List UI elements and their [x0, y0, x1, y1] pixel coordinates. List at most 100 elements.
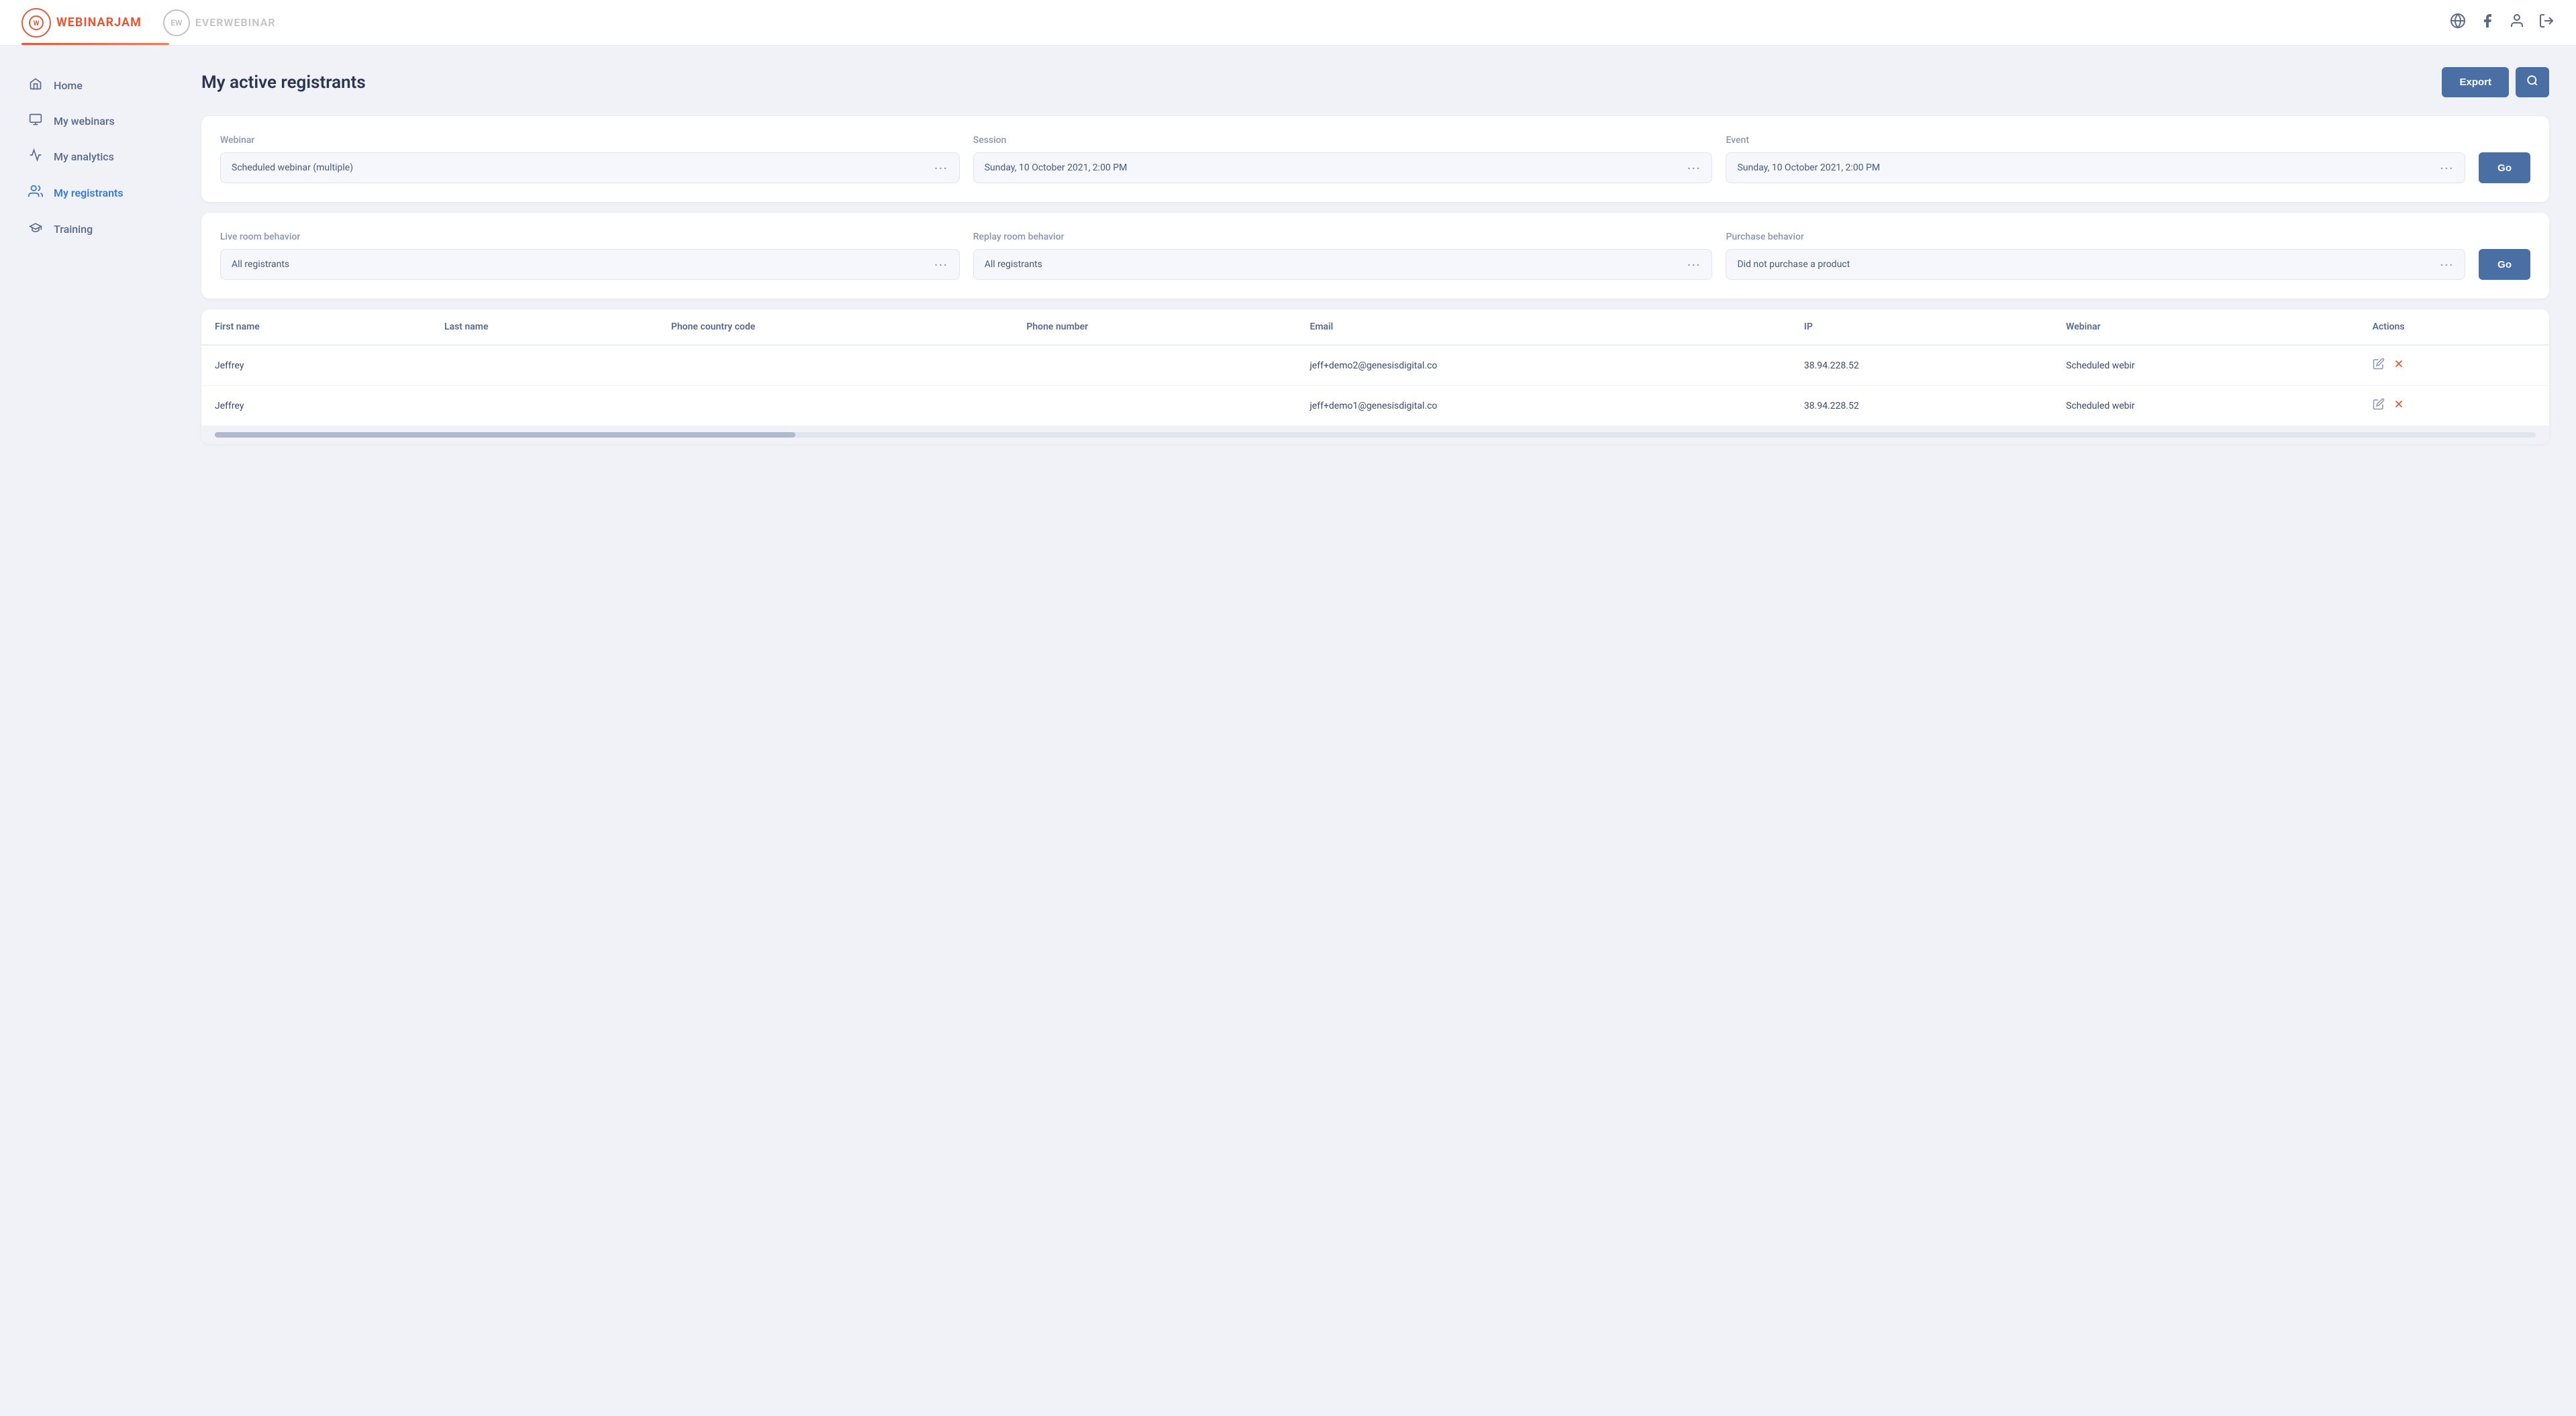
- col-first-name: First name: [201, 309, 431, 345]
- cell-email: jeff+demo2@genesisdigital.co: [1296, 345, 1790, 386]
- purchase-label: Purchase behavior: [1726, 232, 2465, 242]
- sidebar-item-training[interactable]: Training: [8, 212, 166, 246]
- col-ip: IP: [1791, 309, 2052, 345]
- cell-phone-country-code: [658, 345, 1013, 386]
- sidebar-item-my-registrants-label: My registrants: [54, 187, 123, 199]
- webinar-more-icon[interactable]: ···: [934, 162, 948, 174]
- edit-icon[interactable]: [2373, 399, 2387, 413]
- col-actions: Actions: [2359, 309, 2549, 345]
- filter-group-purchase: Purchase behavior Did not purchase a pro…: [1726, 232, 2465, 280]
- replay-more-icon[interactable]: ···: [1687, 258, 1701, 271]
- cell-webinar: Scheduled webir: [2052, 386, 2359, 426]
- event-select[interactable]: Sunday, 10 October 2021, 2:00 PM ···: [1726, 152, 2465, 183]
- facebook-icon[interactable]: [2479, 13, 2495, 32]
- table-row: Jeffrey jeff+demo2@genesisdigital.co 38.…: [201, 345, 2549, 386]
- go-button-1[interactable]: Go: [2479, 152, 2530, 183]
- live-select[interactable]: All registrants ···: [220, 249, 960, 280]
- main-content: My active registrants Export Webinar S: [175, 46, 2576, 1416]
- sidebar-item-home-label: Home: [54, 79, 83, 92]
- session-label: Session: [973, 135, 1713, 146]
- topnav-logos: W WEBINARJAM EW EVERWEBINAR: [21, 8, 276, 38]
- header-actions: Export: [2442, 67, 2549, 97]
- registrants-table-card: First name Last name Phone country code …: [201, 309, 2549, 444]
- cell-ip: 38.94.228.52: [1791, 386, 2052, 426]
- delete-icon[interactable]: [2393, 359, 2405, 373]
- table-row: Jeffrey jeff+demo1@genesisdigital.co 38.…: [201, 386, 2549, 426]
- cell-phone-country-code: [658, 386, 1013, 426]
- cell-first-name: Jeffrey: [201, 345, 431, 386]
- purchase-select[interactable]: Did not purchase a product ···: [1726, 249, 2465, 280]
- sidebar-item-my-webinars-label: My webinars: [54, 115, 115, 128]
- sidebar-item-home[interactable]: Home: [8, 68, 166, 103]
- sidebar-item-my-webinars[interactable]: My webinars: [8, 104, 166, 138]
- analytics-icon: [27, 148, 44, 165]
- ew-circle-icon: EW: [163, 9, 190, 36]
- webinar-select[interactable]: Scheduled webinar (multiple) ···: [220, 152, 960, 183]
- scroll-track[interactable]: [215, 432, 2536, 438]
- sidebar-item-my-registrants[interactable]: My registrants: [8, 175, 166, 211]
- filter-group-session: Session Sunday, 10 October 2021, 2:00 PM…: [973, 135, 1713, 183]
- cell-ip: 38.94.228.52: [1791, 345, 2052, 386]
- everwebinar-logo[interactable]: EW EVERWEBINAR: [163, 9, 276, 36]
- page-title: My active registrants: [201, 72, 366, 93]
- monitor-icon: [27, 113, 44, 130]
- filter-card-webinar: Webinar Scheduled webinar (multiple) ···…: [201, 116, 2549, 202]
- filter-group-event: Event Sunday, 10 October 2021, 2:00 PM ·…: [1726, 135, 2465, 183]
- topnav-actions: [2450, 13, 2555, 32]
- scroll-thumb[interactable]: [215, 432, 795, 438]
- webinar-label: Webinar: [220, 135, 960, 146]
- registrants-icon: [27, 184, 44, 202]
- table-wrap: First name Last name Phone country code …: [201, 309, 2549, 425]
- session-more-icon[interactable]: ···: [1687, 162, 1701, 174]
- training-icon: [27, 221, 44, 238]
- registrants-table: First name Last name Phone country code …: [201, 309, 2549, 425]
- home-icon: [27, 77, 44, 94]
- logout-icon[interactable]: [2538, 13, 2555, 32]
- replay-select[interactable]: All registrants ···: [973, 249, 1713, 280]
- cell-last-name: [431, 345, 658, 386]
- cell-actions: [2359, 386, 2549, 426]
- webinarjam-logo[interactable]: W WEBINARJAM: [21, 8, 142, 38]
- purchase-select-value: Did not purchase a product: [1737, 259, 2440, 270]
- user-icon[interactable]: [2509, 13, 2525, 32]
- page-header: My active registrants Export: [201, 67, 2549, 97]
- layout: Home My webinars My analytics: [0, 46, 2576, 1416]
- topnav: W WEBINARJAM EW EVERWEBINAR: [0, 0, 2576, 46]
- filter-group-webinar: Webinar Scheduled webinar (multiple) ···: [220, 135, 960, 183]
- filter-group-replay: Replay room behavior All registrants ···: [973, 232, 1713, 280]
- cell-first-name: Jeffrey: [201, 386, 431, 426]
- export-button[interactable]: Export: [2442, 67, 2509, 97]
- svg-text:W: W: [34, 20, 40, 28]
- webinar-select-value: Scheduled webinar (multiple): [232, 162, 934, 173]
- live-more-icon[interactable]: ···: [934, 258, 948, 271]
- col-email: Email: [1296, 309, 1790, 345]
- search-button[interactable]: [2516, 67, 2549, 97]
- filter-row-2: Live room behavior All registrants ··· R…: [220, 232, 2530, 280]
- wj-circle-icon: W: [21, 8, 51, 38]
- sidebar-item-training-label: Training: [54, 223, 93, 236]
- replay-label: Replay room behavior: [973, 232, 1713, 242]
- cell-webinar: Scheduled webir: [2052, 345, 2359, 386]
- globe-icon[interactable]: [2450, 13, 2466, 32]
- go-button-2[interactable]: Go: [2479, 249, 2530, 280]
- event-select-value: Sunday, 10 October 2021, 2:00 PM: [1737, 162, 2440, 173]
- scrollbar-wrap: [201, 425, 2549, 444]
- col-phone-number: Phone number: [1013, 309, 1296, 345]
- cell-last-name: [431, 386, 658, 426]
- filter-group-live: Live room behavior All registrants ···: [220, 232, 960, 280]
- session-select[interactable]: Sunday, 10 October 2021, 2:00 PM ···: [973, 152, 1713, 183]
- col-webinar: Webinar: [2052, 309, 2359, 345]
- event-more-icon[interactable]: ···: [2440, 162, 2454, 174]
- live-label: Live room behavior: [220, 232, 960, 242]
- cell-actions: [2359, 345, 2549, 386]
- sidebar-item-my-analytics-label: My analytics: [54, 150, 114, 163]
- live-select-value: All registrants: [232, 259, 934, 270]
- cell-email: jeff+demo1@genesisdigital.co: [1296, 386, 1790, 426]
- delete-icon[interactable]: [2393, 399, 2405, 413]
- col-phone-country-code: Phone country code: [658, 309, 1013, 345]
- event-label: Event: [1726, 135, 2465, 146]
- edit-icon[interactable]: [2373, 359, 2387, 373]
- sidebar-item-my-analytics[interactable]: My analytics: [8, 140, 166, 174]
- wj-text: WEBINARJAM: [56, 15, 142, 30]
- purchase-more-icon[interactable]: ···: [2440, 258, 2454, 271]
